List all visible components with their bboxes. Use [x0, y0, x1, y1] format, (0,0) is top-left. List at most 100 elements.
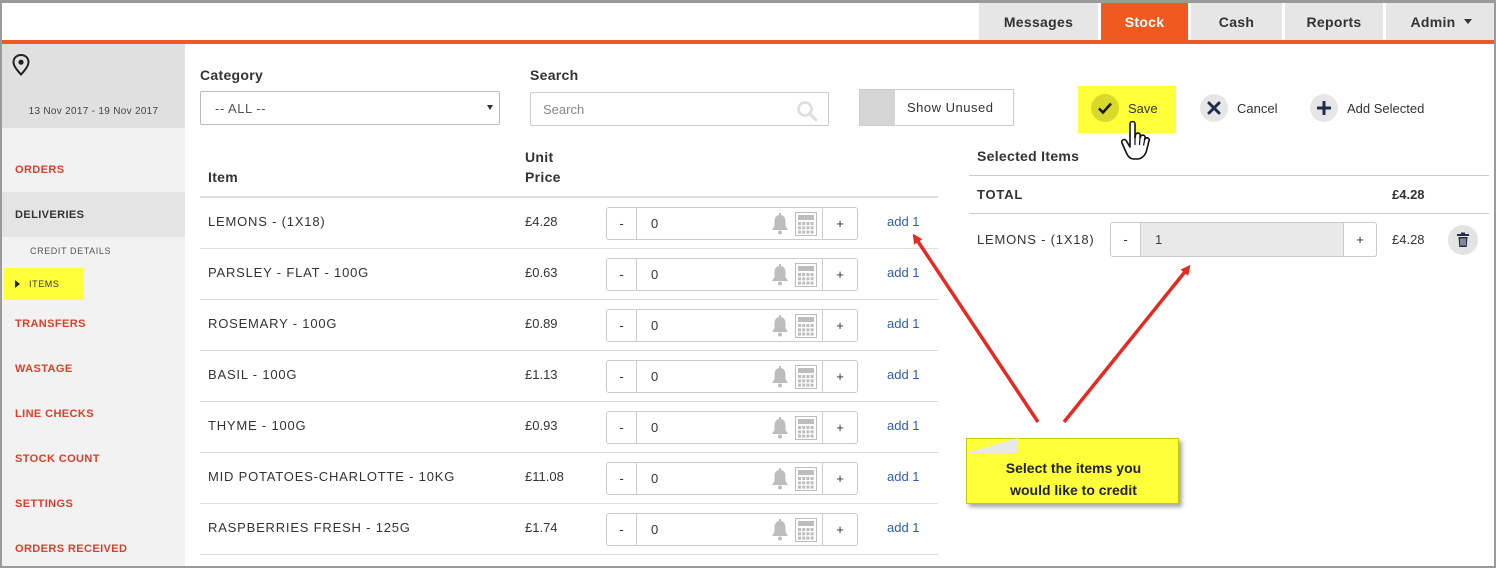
quantity-stepper[interactable]: -0 + [606, 513, 858, 546]
quantity-input[interactable]: 0 [651, 216, 658, 231]
sidebar-item-orders[interactable]: ORDERS [2, 148, 185, 192]
caret-right-icon [15, 280, 20, 288]
calculator-icon[interactable] [795, 365, 817, 389]
column-header-price: Price [525, 169, 561, 185]
tab-reports[interactable]: Reports [1285, 3, 1383, 40]
tab-cash[interactable]: Cash [1191, 3, 1282, 40]
increment-button[interactable]: + [822, 463, 857, 494]
calculator-icon[interactable] [795, 518, 817, 542]
quantity-stepper[interactable]: -0 + [606, 309, 858, 342]
calculator-icon[interactable] [795, 467, 817, 491]
item-name: MID POTATOES-CHARLOTTE - 10KG [208, 469, 456, 484]
increment-button[interactable]: + [1343, 223, 1376, 256]
item-unit-price: £0.63 [525, 265, 558, 280]
column-header-item: Item [208, 169, 238, 185]
quantity-stepper[interactable]: -0 + [606, 207, 858, 240]
sidebar-item-stock-count[interactable]: STOCK COUNT [2, 437, 185, 481]
bell-icon[interactable] [770, 366, 790, 388]
bell-icon[interactable] [770, 519, 790, 541]
hand-pointer-icon [1120, 121, 1150, 160]
bell-icon[interactable] [770, 417, 790, 439]
tab-admin[interactable]: Admin [1386, 3, 1494, 40]
add-one-link[interactable]: add 1 [887, 469, 920, 484]
increment-button[interactable]: + [822, 361, 857, 392]
close-icon [1200, 94, 1228, 122]
increment-button[interactable]: + [822, 310, 857, 341]
calculator-icon[interactable] [795, 416, 817, 440]
selected-quantity-stepper[interactable]: - 1 + [1110, 222, 1377, 257]
arrow-to-selected-item [1062, 264, 1191, 424]
bell-icon[interactable] [770, 213, 790, 235]
tab-messages[interactable]: Messages [979, 3, 1098, 40]
cancel-button[interactable]: Cancel [1200, 94, 1277, 122]
decrement-button[interactable]: - [607, 412, 637, 443]
sidebar-subitem-credit-details[interactable]: CREDIT DETAILS [30, 246, 111, 256]
add-selected-button[interactable]: Add Selected [1310, 94, 1424, 122]
quantity-input[interactable]: 0 [651, 369, 658, 384]
increment-button[interactable]: + [822, 412, 857, 443]
show-unused-toggle[interactable]: Show Unused [859, 89, 1014, 126]
quantity-input[interactable]: 0 [651, 318, 658, 333]
quantity-stepper[interactable]: -0 + [606, 258, 858, 291]
item-name: PARSLEY - FLAT - 100G [208, 265, 370, 280]
quantity-input[interactable]: 0 [651, 267, 658, 282]
increment-button[interactable]: + [822, 259, 857, 290]
decrement-button[interactable]: - [607, 463, 637, 494]
add-one-link[interactable]: add 1 [887, 265, 920, 280]
bell-icon[interactable] [770, 315, 790, 337]
decrement-button[interactable]: - [607, 310, 637, 341]
location-block[interactable]: 13 Nov 2017 - 19 Nov 2017 [2, 44, 185, 128]
search-label: Search [530, 67, 579, 83]
save-button[interactable]: Save [1091, 94, 1158, 122]
add-one-link[interactable]: add 1 [887, 418, 920, 433]
sidebar-item-transfers[interactable]: TRANSFERS [2, 302, 185, 346]
add-one-link[interactable]: add 1 [887, 367, 920, 382]
sidebar-subitem-items[interactable]: ITEMS [4, 268, 84, 300]
decrement-button[interactable]: - [607, 514, 637, 545]
category-select[interactable]: -- ALL -- [200, 91, 500, 125]
calculator-icon[interactable] [795, 263, 817, 287]
decrement-button[interactable]: - [607, 361, 637, 392]
item-unit-price: £4.28 [525, 214, 558, 229]
quantity-stepper[interactable]: -0 + [606, 411, 858, 444]
item-name: LEMONS - (1X18) [208, 214, 326, 229]
quantity-input[interactable]: 0 [651, 522, 658, 537]
calculator-icon[interactable] [795, 212, 817, 236]
selected-quantity-input[interactable]: 1 [1141, 223, 1344, 256]
calculator-icon[interactable] [795, 314, 817, 338]
selected-divider [969, 175, 1489, 176]
quantity-input[interactable]: 0 [651, 471, 658, 486]
bell-icon[interactable] [770, 264, 790, 286]
sidebar-item-deliveries[interactable]: DELIVERIES [2, 192, 185, 237]
decrement-button[interactable]: - [607, 208, 637, 239]
decrement-button[interactable]: - [607, 259, 637, 290]
table-row: ROSEMARY - 100G £0.89 -0 + add 1 [200, 300, 938, 351]
sidebar-item-orders-received[interactable]: ORDERS RECEIVED [2, 527, 185, 566]
toggle-knob[interactable] [860, 90, 895, 125]
add-one-link[interactable]: add 1 [887, 316, 920, 331]
sidebar-item-line-checks[interactable]: LINE CHECKS [2, 392, 185, 436]
quantity-stepper[interactable]: -0 + [606, 462, 858, 495]
item-unit-price: £0.89 [525, 316, 558, 331]
quantity-stepper[interactable]: -0 + [606, 360, 858, 393]
item-unit-price: £1.74 [525, 520, 558, 535]
add-one-link[interactable]: add 1 [887, 214, 920, 229]
sidebar-item-wastage[interactable]: WASTAGE [2, 347, 185, 391]
trash-icon[interactable] [1448, 225, 1478, 255]
decrement-button[interactable]: - [1111, 223, 1141, 256]
search-input[interactable]: Search [530, 92, 829, 126]
increment-button[interactable]: + [822, 208, 857, 239]
check-icon [1091, 94, 1119, 122]
tab-stock[interactable]: Stock [1101, 3, 1188, 40]
increment-button[interactable]: + [822, 514, 857, 545]
selected-item-price: £4.28 [1392, 232, 1425, 247]
table-row: THYME - 100G £0.93 -0 + add 1 [200, 402, 938, 453]
sidebar-item-settings[interactable]: SETTINGS [2, 482, 185, 526]
sidebar: 13 Nov 2017 - 19 Nov 2017 ORDERS DELIVER… [2, 44, 185, 566]
search-icon[interactable] [796, 100, 818, 122]
add-one-link[interactable]: add 1 [887, 520, 920, 535]
quantity-input[interactable]: 0 [651, 420, 658, 435]
item-unit-price: £1.13 [525, 367, 558, 382]
bell-icon[interactable] [770, 468, 790, 490]
item-name: RASPBERRIES FRESH - 125G [208, 520, 411, 535]
